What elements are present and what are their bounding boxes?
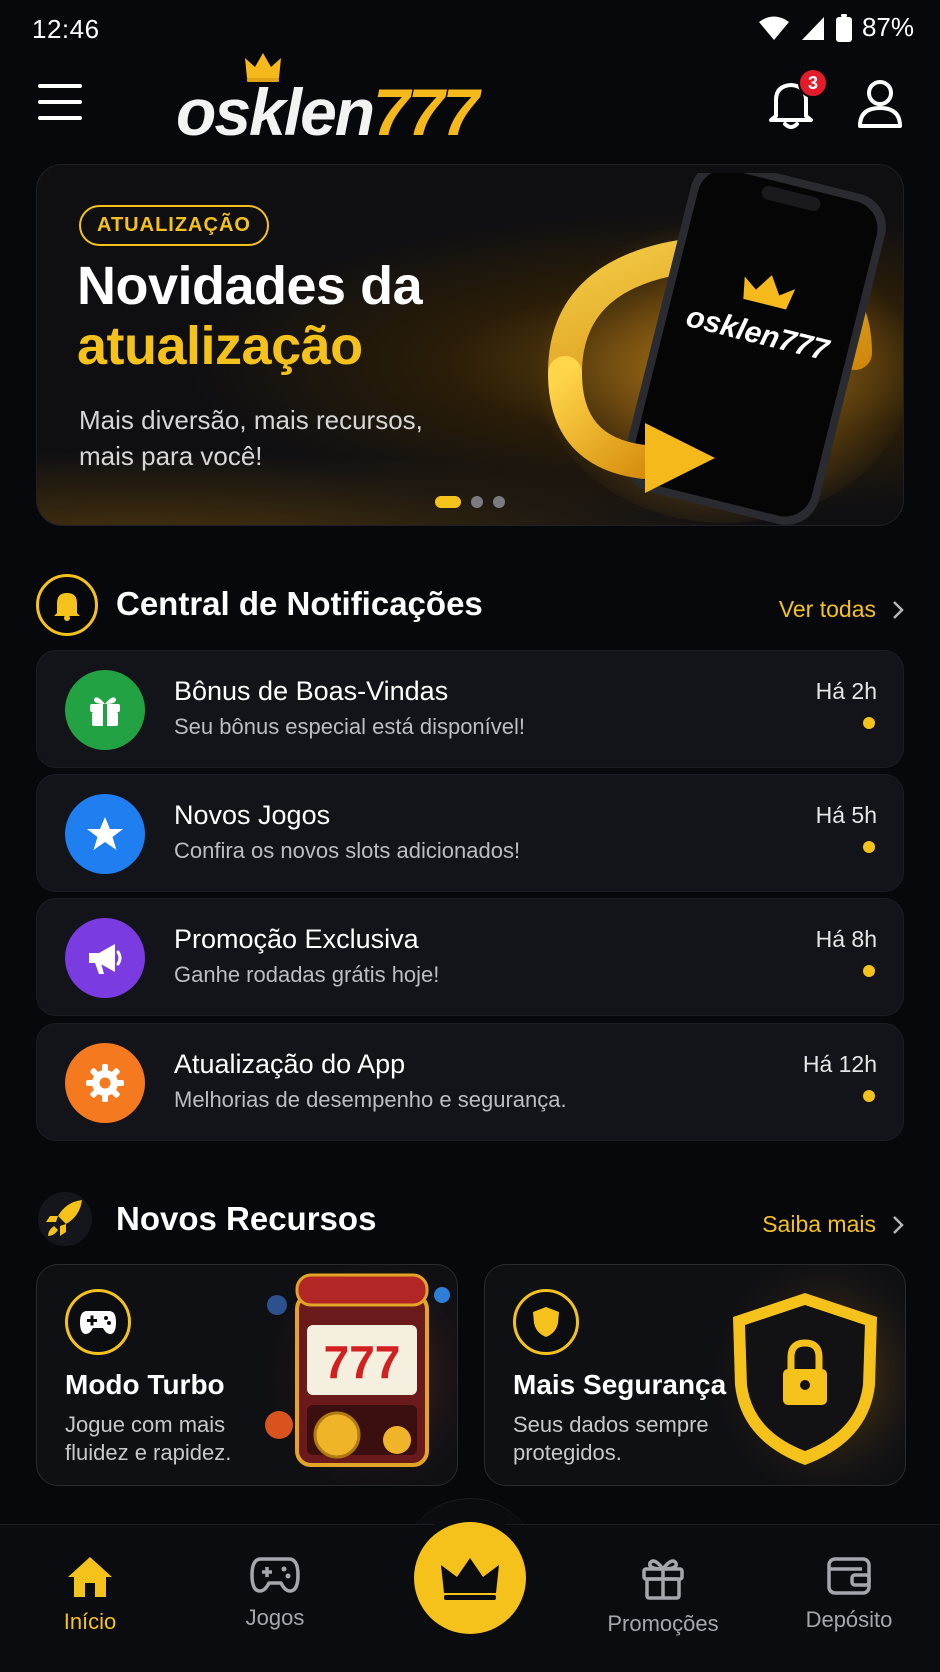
feature-card-security[interactable]: Mais Segurança Seus dados sempre protegi… (484, 1264, 906, 1486)
feature-description: Seus dados sempre protegidos. (513, 1412, 709, 1465)
notification-subtitle: Melhorias de desempenho e segurança. (174, 1087, 567, 1112)
signal-icon (801, 16, 824, 40)
center-crown-button[interactable] (414, 1522, 526, 1634)
shield-lock-illustration (705, 1265, 905, 1485)
battery-icon (835, 13, 852, 42)
notification-item[interactable]: Atualização do App Melhorias de desempen… (36, 1023, 904, 1141)
user-icon (858, 80, 902, 128)
unread-dot (863, 1090, 875, 1102)
logo-number: 777 (373, 75, 479, 149)
slot-reels-text: 777 (324, 1336, 401, 1388)
home-icon (68, 1557, 112, 1597)
banner-title: Novidades da (77, 256, 423, 316)
notifications-button[interactable]: 3 (766, 68, 828, 130)
wallet-icon (827, 1557, 871, 1595)
notification-item[interactable]: Bônus de Boas-Vindas Seu bônus especial … (36, 650, 904, 768)
gear-icon (65, 1043, 145, 1123)
unread-dot (863, 841, 875, 853)
battery-percent: 87% (861, 12, 914, 42)
app-logo[interactable]: osklen777 (176, 52, 516, 149)
phone-illustration: osklen777 (535, 173, 903, 525)
notification-title: Atualização do App (174, 1049, 406, 1079)
chevron-right-icon (893, 1215, 904, 1234)
learn-more-label: Saiba mais (762, 1211, 876, 1237)
notification-subtitle: Seu bônus especial está disponível! (174, 714, 526, 739)
chevron-right-icon (893, 600, 904, 619)
gift-icon (642, 1559, 684, 1600)
star-icon (65, 794, 145, 874)
notification-title: Promoção Exclusiva (174, 924, 419, 954)
rocket-icon (38, 1192, 92, 1246)
nav-label: Jogos (245, 1605, 305, 1630)
unread-dot (863, 965, 875, 977)
notification-badge: 3 (798, 68, 828, 98)
update-banner[interactable]: osklen777 ATUALIZAÇÃO Novidades da atual… (36, 164, 904, 526)
carousel-dot-1[interactable] (435, 496, 461, 508)
menu-button[interactable] (38, 84, 82, 120)
nav-deposit[interactable]: Depósito (774, 1555, 924, 1633)
bell-icon (54, 593, 80, 621)
notification-subtitle: Ganhe rodadas grátis hoje! (174, 962, 440, 987)
menu-line (38, 84, 82, 88)
carousel-dot-3[interactable] (493, 496, 505, 508)
menu-line (38, 116, 82, 120)
see-all-label: Ver todas (778, 596, 876, 622)
megaphone-icon (65, 918, 145, 998)
notification-time: Há 5h (815, 802, 877, 828)
notification-title: Bônus de Boas-Vindas (174, 676, 449, 706)
banner-subtitle: Mais diversão, mais recursos, (79, 405, 423, 435)
logo-wordmark: osklen (176, 75, 375, 149)
features-title: Novos Recursos (116, 1200, 377, 1237)
notification-title: Novos Jogos (174, 800, 331, 830)
carousel-dots (435, 496, 505, 508)
slot-machine-illustration: 777 (257, 1265, 457, 1485)
menu-line (38, 100, 82, 104)
banner-title-highlight: atualização (77, 316, 363, 376)
nav-games[interactable]: Jogos (200, 1555, 350, 1631)
nav-label: Promoções (607, 1611, 719, 1636)
feature-title: Modo Turbo (65, 1369, 225, 1400)
crown-icon (441, 1558, 499, 1600)
gift-icon (65, 670, 145, 750)
nav-promotions[interactable]: Promoções (588, 1555, 738, 1637)
nav-home[interactable]: Início (15, 1555, 165, 1635)
feature-card-turbo[interactable]: 777 Modo Turbo Jogue com mais fluidez e … (36, 1264, 458, 1486)
notification-time: Há 2h (815, 678, 877, 704)
unread-dot (863, 717, 875, 729)
notification-section-icon (36, 574, 98, 636)
learn-more-link[interactable]: Saiba mais (762, 1211, 904, 1238)
notification-item[interactable]: Promoção Exclusiva Ganhe rodadas grátis … (36, 898, 904, 1016)
gamepad-icon (65, 1289, 131, 1355)
profile-button[interactable] (856, 78, 904, 130)
see-all-link[interactable]: Ver todas (779, 596, 904, 623)
carousel-dot-2[interactable] (471, 496, 483, 508)
nav-label: Início (63, 1609, 117, 1634)
notifications-title: Central de Notificações (116, 585, 483, 622)
notification-item[interactable]: Novos Jogos Confira os novos slots adici… (36, 774, 904, 892)
notification-subtitle: Confira os novos slots adicionados! (174, 838, 521, 863)
shield-icon (513, 1289, 579, 1355)
feature-description: Jogue com mais fluidez e rapidez. (65, 1412, 232, 1465)
status-indicators: 87% (758, 12, 914, 43)
notification-time: Há 8h (815, 926, 877, 952)
gamepad-icon (250, 1557, 300, 1593)
notification-time: Há 12h (802, 1051, 877, 1077)
wifi-icon (758, 16, 789, 40)
status-time: 12:46 (32, 14, 100, 44)
banner-subtitle: mais para você! (79, 441, 263, 471)
banner-tag: ATUALIZAÇÃO (79, 205, 269, 246)
feature-title: Mais Segurança (513, 1369, 727, 1400)
nav-label: Depósito (805, 1607, 893, 1632)
